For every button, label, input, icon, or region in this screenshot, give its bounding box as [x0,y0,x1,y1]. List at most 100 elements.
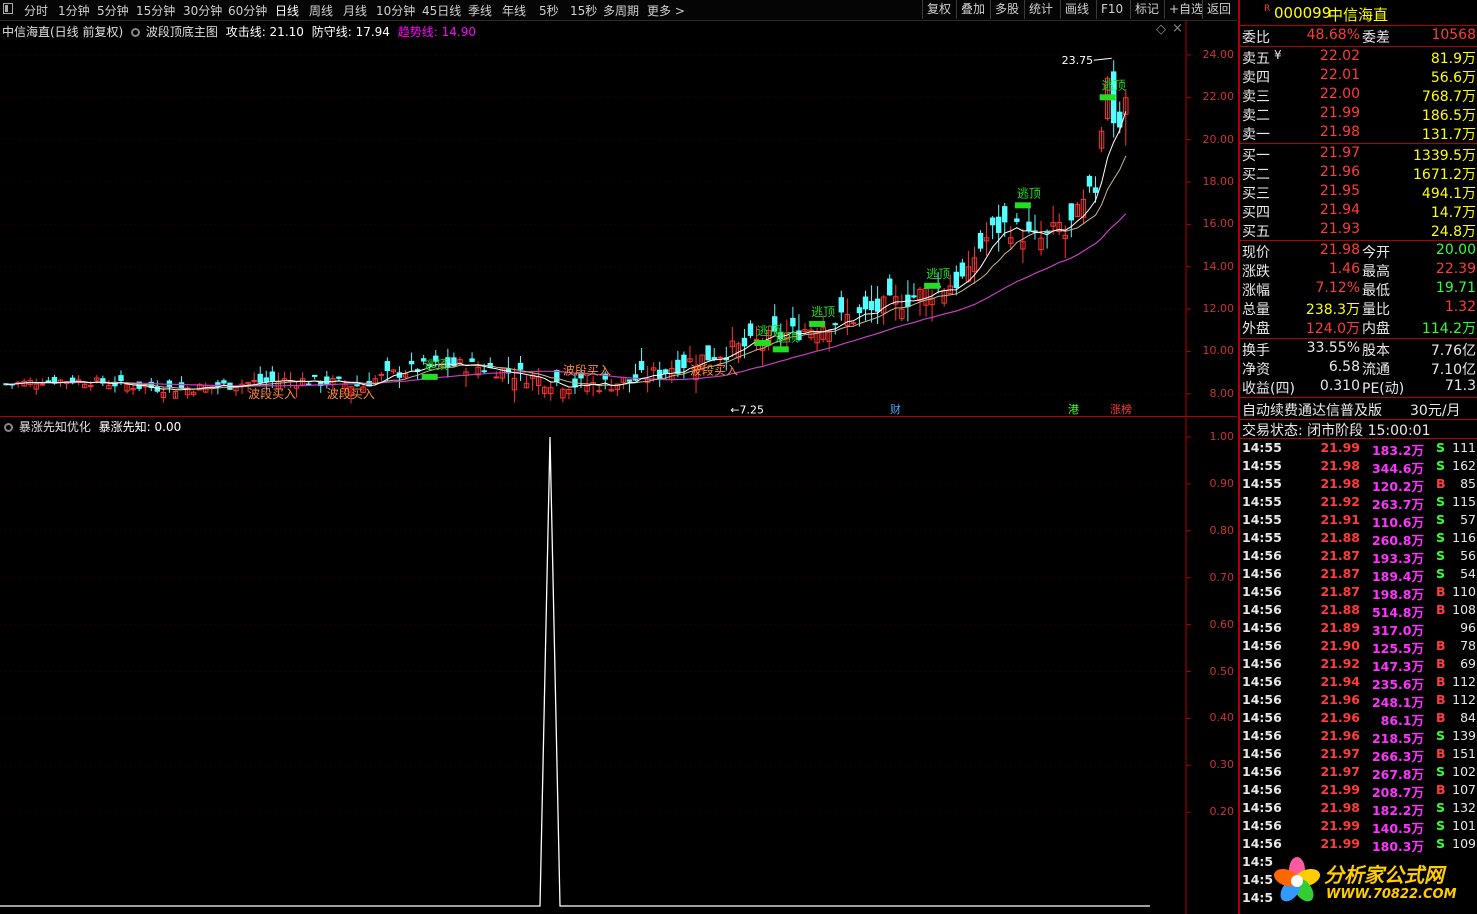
trade-volume: 263.7万 [1371,497,1424,512]
period-tab-15[interactable]: 多周期 [603,2,639,19]
trade-time: 14:5 [1242,854,1274,869]
finance-value: 7.10亿 [1430,362,1476,378]
stat-value: 21.98 [1319,242,1360,258]
promo-price[interactable]: 30元/月 [1410,400,1461,420]
ask-volume: 186.5万 [1421,108,1476,124]
period-tab-9[interactable]: 10分钟 [376,2,415,19]
period-tab-16[interactable]: 更多 > [647,2,685,19]
toolbar-button-3[interactable]: 统计 [1024,0,1057,19]
ask-volume: 131.7万 [1421,127,1476,143]
candle-body [221,380,227,384]
period-tab-4[interactable]: 30分钟 [183,2,222,19]
ask-row-5[interactable]: 卖五 ¥22.02 81.9万 [1242,48,1476,67]
trade-side: S [1436,548,1446,563]
escape-top-marker [809,320,826,327]
toolbar-button-2[interactable]: 多股 [990,0,1023,19]
trade-row: 14:55 21.92 263.7万 S 115 [1242,494,1476,512]
promo-text[interactable]: 自动续费通达信普及版 [1242,400,1382,420]
stat-row-4: 外盘 124.0万 内盘 114.2万 [1242,318,1476,337]
stat-row-1: 涨跌 1.46 最高 22.39 [1242,261,1476,280]
trade-count: 101 [1452,818,1476,833]
ask-row-1[interactable]: 卖一 21.98 131.7万 [1242,124,1476,143]
period-tab-11[interactable]: 季线 [468,2,492,19]
finance-value: 0.310 [1319,378,1360,394]
trade-row: 14:56 21.97 267.8万 S 102 [1242,764,1476,782]
sub-tick-label: 1.00 [1209,430,1235,443]
candle-body [1014,218,1020,222]
trade-count: 56 [1460,548,1476,563]
trade-side: B [1436,602,1446,617]
trade-side: S [1436,458,1446,473]
period-tab-1[interactable]: 1分钟 [58,2,90,19]
main-kline-chart[interactable]: 逃顶逃顶逃顶逃顶逃顶逃顶逃顶波段买入 波段买入波段买入 波段买入23.75←7.25… [0,20,1237,417]
escape-top-label: 逃顶 [811,305,835,319]
trade-row: 14:56 21.96 248.1万 B 112 [1242,692,1476,710]
trade-count: 69 [1460,656,1476,671]
ask-row-3[interactable]: 卖三 22.00 768.7万 [1242,86,1476,105]
bid-label: 买一 [1242,148,1270,164]
bid-row-1[interactable]: 买一 21.97 1339.5万 [1242,145,1476,164]
trade-price: 21.99 [1320,782,1360,797]
trade-volume: 125.5万 [1371,641,1424,656]
finance-value: 6.58 [1328,359,1360,375]
toolbar-button-6[interactable]: 标记 [1130,0,1163,19]
trade-time: 14:56 [1242,620,1282,635]
toolbar-button-4[interactable]: 画线 [1060,0,1093,19]
bid-row-4[interactable]: 买四 21.94 14.7万 [1242,202,1476,221]
trade-price: 21.94 [1320,674,1360,689]
period-tab-5[interactable]: 60分钟 [228,2,267,19]
trade-time: 14:56 [1242,584,1282,599]
period-tab-8[interactable]: 月线 [343,2,367,19]
stat-value: 22.39 [1435,261,1476,277]
period-tab-0[interactable]: 分时 [24,2,48,19]
bid-price: 21.93 [1319,221,1360,237]
trade-price: 21.88 [1320,530,1360,545]
bid-price: 21.97 [1319,145,1360,161]
sub-value-axis: 1.00 0.90 0.80 0.70 0.60 0.50 0.40 0.30 0.20 [1186,417,1236,914]
period-tab-12[interactable]: 年线 [502,2,526,19]
bid-row-5[interactable]: 买五 21.93 24.8万 [1242,221,1476,240]
order-ratio-value: 48.68% [1306,27,1360,43]
trade-price: 21.99 [1320,836,1360,851]
attack-line [5,111,1127,391]
period-tab-2[interactable]: 5分钟 [97,2,129,19]
band-buy-label: 波段买入 [563,363,611,378]
trade-price: 21.89 [1320,620,1360,635]
window-toggle-icon[interactable] [3,3,13,14]
period-tab-13[interactable]: 5秒 [539,2,559,19]
period-tab-6[interactable]: 日线 [275,2,299,19]
toolbar-button-1[interactable]: 叠加 [956,0,989,19]
trade-status-row: 交易状态: 闭市阶段 15:00:01 [1242,420,1476,439]
candle-body [1086,175,1093,187]
bid-volume: 1671.2万 [1413,167,1476,183]
period-tab-10[interactable]: 45日线 [422,2,461,19]
promo-row[interactable]: 自动续费通达信普及版 30元/月 [1242,400,1476,419]
trade-time: 14:56 [1242,782,1282,797]
trade-count: 96 [1460,620,1476,635]
sub-indicator-chart[interactable] [0,417,1237,914]
ask-volume: 768.7万 [1421,89,1476,105]
bid-row-2[interactable]: 买二 21.96 1671.2万 [1242,164,1476,183]
toolbar-button-8[interactable]: 返回 [1202,0,1235,19]
trade-price: 21.98 [1320,458,1360,473]
toolbar-button-0[interactable]: 复权 [922,0,955,19]
trade-row: 14:56 21.98 182.2万 S 132 [1242,800,1476,818]
toolbar-button-5[interactable]: F10 [1096,0,1127,19]
ask-row-2[interactable]: 卖二 21.99 186.5万 [1242,105,1476,124]
period-tab-14[interactable]: 15秒 [570,2,597,19]
trade-price: 21.96 [1320,728,1360,743]
bid-row-3[interactable]: 买三 21.95 494.1万 [1242,183,1476,202]
trade-row: 14:55 21.99 183.2万 S 111 [1242,440,1476,458]
trade-time: 14:56 [1242,674,1282,689]
band-buy-label: 波段买入 [327,386,375,401]
candle-body [1026,221,1032,232]
toolbar-button-7[interactable]: +自选 [1164,0,1207,19]
period-tab-7[interactable]: 周线 [309,2,333,19]
trade-row: 14:56 21.96 86.1万 B 84 [1242,710,1476,728]
candle-body [711,357,717,360]
period-tab-3[interactable]: 15分钟 [136,2,175,19]
stat-value: 238.3万 [1305,302,1360,318]
trade-count: 151 [1452,746,1476,761]
escape-top-marker [772,346,789,353]
ask-row-4[interactable]: 卖四 22.01 56.6万 [1242,67,1476,86]
